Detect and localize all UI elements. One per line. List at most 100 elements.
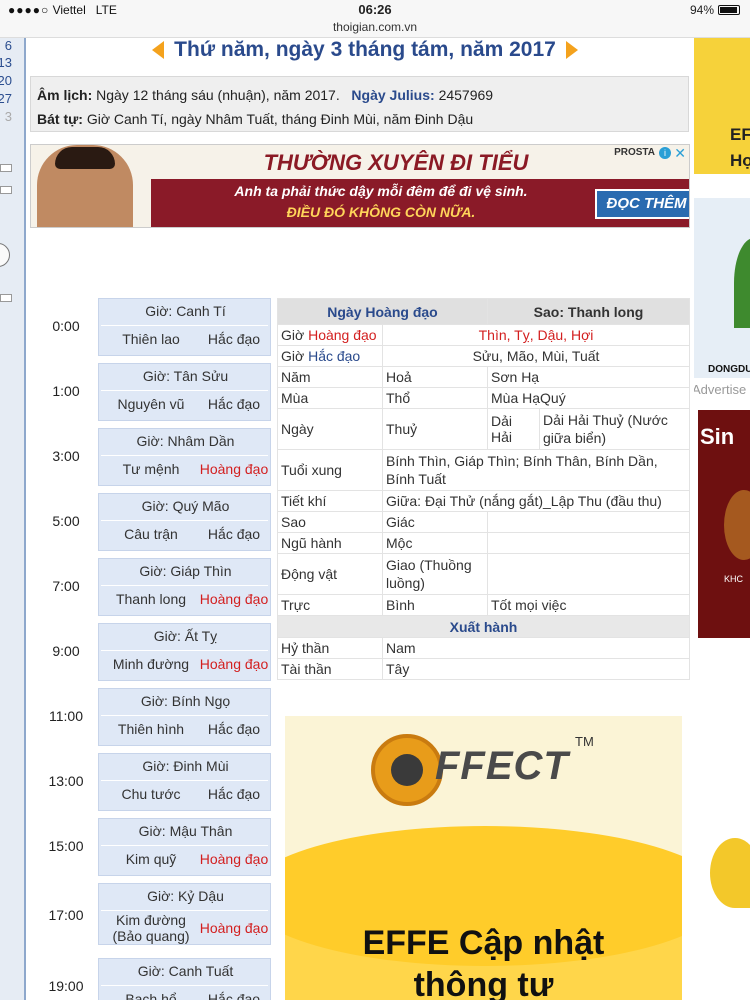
hour-name: Giờ: Canh Tí bbox=[145, 303, 226, 319]
cell-label: Động vật bbox=[277, 553, 383, 595]
side-ad-3[interactable]: Sin KHC bbox=[698, 410, 750, 638]
hour-card[interactable]: Giờ: Giáp Thìn Thanh long Hoàng đạo bbox=[98, 558, 271, 616]
battery-status: 94% bbox=[690, 3, 740, 17]
hour-row: 11:00 Giờ: Bính Ngọ Thiên hình Hắc đạo bbox=[38, 688, 272, 746]
hour-star: Thanh long bbox=[115, 591, 187, 607]
table-row: Trực Bình Tốt mọi việc bbox=[277, 594, 690, 616]
side-ad-1[interactable]: EF Họ bbox=[694, 38, 750, 174]
divider bbox=[101, 985, 268, 986]
calendar-day[interactable]: 27 bbox=[0, 91, 12, 106]
mini-calendar-edge: 6 13 20 27 3 bbox=[0, 38, 26, 1000]
calendar-day[interactable]: 3 bbox=[5, 109, 12, 124]
hour-name: Giờ: Tân Sửu bbox=[142, 368, 229, 384]
side-ad-3-sub: KHC bbox=[724, 574, 744, 584]
table-row: Tuổi xung Bính Thìn, Giáp Thìn; Bính Thâ… bbox=[277, 449, 690, 491]
calendar-day[interactable]: 20 bbox=[0, 73, 12, 88]
ad-info-icon[interactable]: i bbox=[659, 147, 671, 159]
hour-card[interactable]: Giờ: Nhâm Dần Tư mệnh Hoàng đạo bbox=[98, 428, 271, 486]
table-row: Giờ Hắc đạo Sửu, Mão, Mùi, Tuất bbox=[277, 345, 690, 367]
hour-card[interactable]: Giờ: Kỷ Dậu Kim đường (Bảo quang) Hoàng … bbox=[98, 883, 271, 945]
cell-value: Hoả bbox=[382, 366, 488, 388]
hac-dao-label: Hắc đạo bbox=[308, 348, 361, 364]
cell-empty bbox=[487, 511, 690, 533]
effect-ad[interactable]: FFECT TM EFFE Cập nhật thông tư bbox=[285, 716, 682, 1000]
next-day-arrow-icon[interactable] bbox=[565, 41, 578, 59]
battery-icon bbox=[718, 5, 740, 15]
cell-empty bbox=[487, 532, 690, 554]
calendar-day[interactable]: 6 bbox=[5, 38, 12, 53]
advertise-label[interactable]: Advertise bbox=[694, 382, 746, 397]
date-title-row: Thứ năm, ngày 3 tháng tám, năm 2017 bbox=[130, 38, 600, 62]
status-bar: ●●●●○ Viettel LTE 06:26 thoigian.com.vn … bbox=[0, 0, 750, 38]
day-star-header: Sao: Thanh long bbox=[487, 298, 690, 325]
hour-card[interactable]: Giờ: Canh Tí Thiên lao Hắc đạo bbox=[98, 298, 271, 356]
petal-graphic bbox=[710, 838, 750, 908]
ad-close-icon[interactable]: ✕ bbox=[674, 145, 686, 162]
rail-marker bbox=[0, 294, 12, 302]
table-row: Tài thần Tây bbox=[277, 658, 690, 680]
hour-star: Tư mệnh bbox=[122, 461, 180, 477]
hour-row: 3:00 Giờ: Nhâm Dần Tư mệnh Hoàng đạo bbox=[38, 428, 272, 486]
hour-row: 19:00 Giờ: Canh Tuất Bạch hổ Hắc đạo bbox=[38, 958, 272, 1000]
effect-headline: EFFE Cập nhật thông tư bbox=[285, 922, 682, 1000]
ad-read-more-button[interactable]: ĐỌC THÊM > bbox=[595, 189, 689, 219]
hour-card[interactable]: Giờ: Quý Mão Câu trận Hắc đạo bbox=[98, 493, 271, 551]
julius-value: 2457969 bbox=[438, 87, 494, 103]
clock: 06:26 bbox=[358, 2, 392, 17]
hour-card[interactable]: Giờ: Mậu Thân Kim quỹ Hoàng đạo bbox=[98, 818, 271, 876]
hour-type: Hoàng đạo bbox=[199, 656, 269, 672]
xuat-hanh-header: Xuất hành bbox=[277, 615, 690, 638]
hour-row: 13:00 Giờ: Đinh Mùi Chu tước Hắc đạo bbox=[38, 753, 272, 811]
side-ad-2[interactable]: DONGDU bbox=[694, 198, 750, 378]
hour-card[interactable]: Giờ: Ất Tỵ Minh đường Hoàng đạo bbox=[98, 623, 271, 681]
hour-card[interactable]: Giờ: Bính Ngọ Thiên hình Hắc đạo bbox=[98, 688, 271, 746]
page: ●●●●○ Viettel LTE 06:26 thoigian.com.vn … bbox=[0, 0, 750, 1000]
calendar-day[interactable]: 13 bbox=[0, 55, 12, 70]
cell-empty bbox=[487, 553, 690, 595]
hour-time: 19:00 bbox=[48, 978, 84, 994]
hour-star: Nguyên vũ bbox=[117, 396, 185, 412]
hour-time: 17:00 bbox=[48, 907, 84, 923]
cell-value: Giác bbox=[382, 511, 488, 533]
lunar-info-box: Âm lịch: Ngày 12 tháng sáu (nhuận), năm … bbox=[30, 76, 689, 132]
hour-type: Hoàng đạo bbox=[199, 461, 269, 477]
side-ad-1-text: EF Họ bbox=[730, 125, 750, 170]
divider bbox=[101, 650, 268, 651]
hour-name: Giờ: Bính Ngọ bbox=[140, 693, 231, 709]
hour-row: 15:00 Giờ: Mậu Thân Kim quỹ Hoàng đạo bbox=[38, 818, 272, 876]
rail-marker bbox=[0, 164, 12, 172]
hoang-dao-hours: Thìn, Tỵ, Dậu, Hợi bbox=[382, 324, 690, 346]
hour-card[interactable]: Giờ: Đinh Mùi Chu tước Hắc đạo bbox=[98, 753, 271, 811]
cell-value: Thuỷ bbox=[382, 408, 488, 450]
cell-value: Giữa: Đại Thử (nắng gắt)_Lập Thu (đầu th… bbox=[382, 490, 690, 512]
hour-time: 9:00 bbox=[52, 643, 80, 659]
prev-day-arrow-icon[interactable] bbox=[152, 41, 165, 59]
ad-line-2: ĐIỀU ĐÓ KHÔNG CÒN NỮA. bbox=[286, 204, 476, 220]
hour-row: 9:00 Giờ: Ất Tỵ Minh đường Hoàng đạo bbox=[38, 623, 272, 681]
cell-label: Năm bbox=[277, 366, 383, 388]
battu-line: Bát tự: Giờ Canh Tí, ngày Nhâm Tuất, thá… bbox=[37, 107, 682, 131]
cell-label: Tuổi xung bbox=[277, 449, 383, 491]
hour-time: 7:00 bbox=[52, 578, 80, 594]
cell-value: Tốt mọi việc bbox=[487, 594, 690, 616]
hour-star: Thiên hình bbox=[117, 721, 185, 737]
cell-label: Hỷ thần bbox=[277, 637, 383, 659]
effect-headline-line-2: thông tư bbox=[413, 966, 554, 1000]
effect-logo-icon bbox=[371, 734, 443, 806]
hour-card[interactable]: Giờ: Tân Sửu Nguyên vũ Hắc đạo bbox=[98, 363, 271, 421]
hour-name: Giờ: Quý Mão bbox=[141, 498, 230, 514]
hour-time: 5:00 bbox=[52, 513, 80, 529]
banner-ad[interactable]: THƯỜNG XUYÊN ĐI TIỂU Anh ta phải thức dậ… bbox=[30, 144, 690, 228]
cell-label: Sao bbox=[277, 511, 383, 533]
address-bar[interactable]: thoigian.com.vn bbox=[0, 20, 750, 34]
hac-dao-hours: Sửu, Mão, Mùi, Tuất bbox=[382, 345, 690, 367]
battery-percent: 94% bbox=[689, 3, 714, 17]
hour-card[interactable]: Giờ: Canh Tuất Bạch hổ Hắc đạo bbox=[98, 958, 271, 1000]
hour-row: 17:00 Giờ: Kỷ Dậu Kim đường (Bảo quang) … bbox=[38, 883, 272, 945]
ad-glow bbox=[724, 490, 750, 560]
hour-star: Chu tước bbox=[121, 786, 181, 802]
rail-knob[interactable] bbox=[0, 243, 10, 267]
divider bbox=[101, 520, 268, 521]
hour-time: 13:00 bbox=[48, 773, 84, 789]
cell-value: Giao (Thuồng luồng) bbox=[382, 553, 488, 595]
